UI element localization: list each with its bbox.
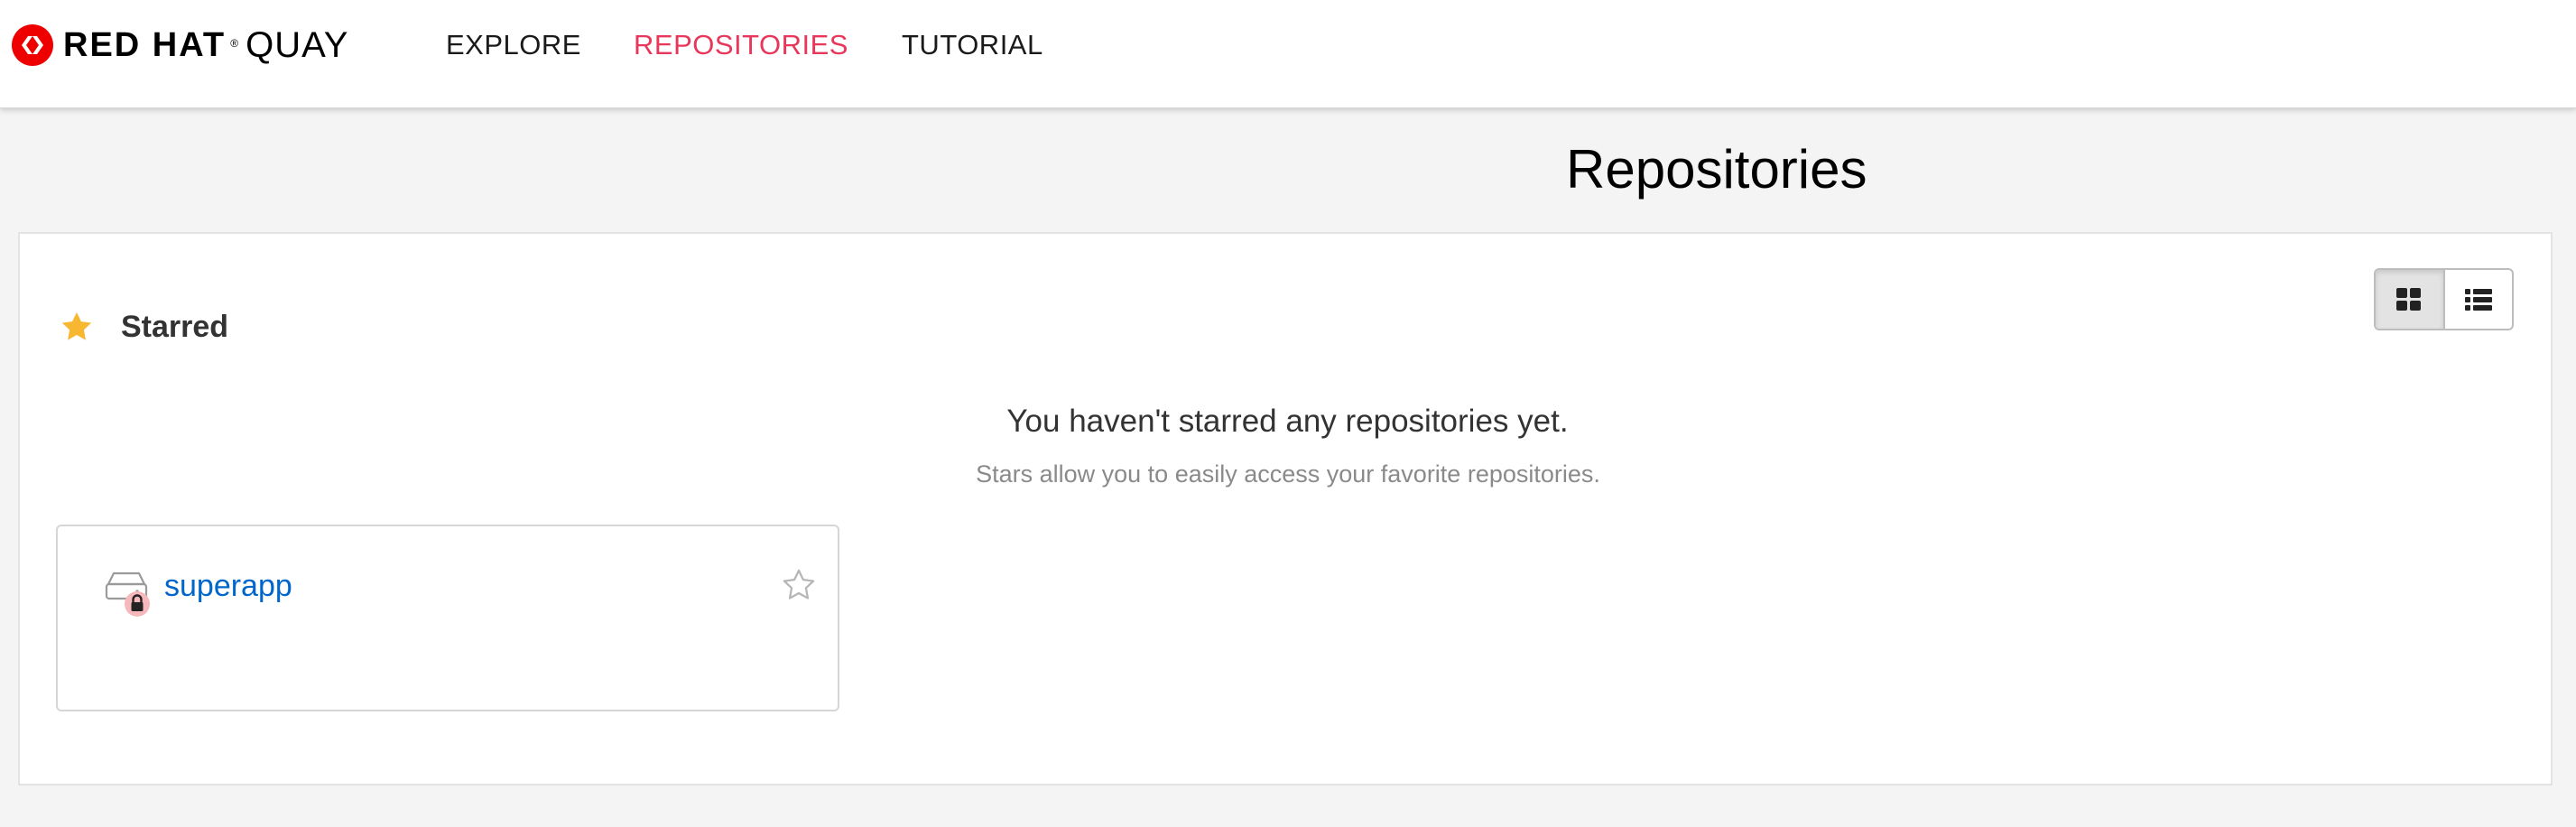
top-navbar: RED HAT ® QUAY EXPLORE REPOSITORIES TUTOR… [0,0,2576,108]
list-view-button[interactable] [2445,270,2513,329]
view-toggle-group [2374,268,2514,330]
repository-name-link[interactable]: superapp [164,566,292,606]
repository-card[interactable]: superapp [56,525,839,711]
private-repository-icon [105,571,150,617]
brand-product: QUAY [246,25,349,65]
starred-empty-subtitle-text: Stars allow you to easily access your fa… [976,460,1600,488]
nav-repositories[interactable]: REPOSITORIES [634,27,848,63]
registered-mark: ® [230,37,239,50]
star-outline-icon[interactable] [782,568,816,602]
grid-view-icon [2396,287,2422,311]
starred-empty-title-text: You haven't starred any repositories yet… [1006,404,1569,439]
star-filled-icon [61,311,92,340]
nav-explore[interactable]: EXPLORE [446,27,581,63]
nav-tutorial[interactable]: TUTORIAL [902,27,1043,63]
page-title: Repositories [1566,139,1867,200]
red-hat-quay-logo-icon [12,24,53,66]
brand-name: RED HAT ® [63,23,238,67]
brand-name-text: RED HAT [63,26,227,64]
grid-view-button[interactable] [2376,270,2445,329]
starred-empty-title: You haven't starred any repositories yet… [0,401,2576,442]
list-view-icon [2464,288,2492,311]
starred-empty-subtitle: Stars allow you to easily access your fa… [0,458,2576,490]
starred-section-header: Starred [60,305,228,348]
starred-title: Starred [121,310,229,344]
brand-logo-link[interactable]: RED HAT ® QUAY [11,23,348,67]
